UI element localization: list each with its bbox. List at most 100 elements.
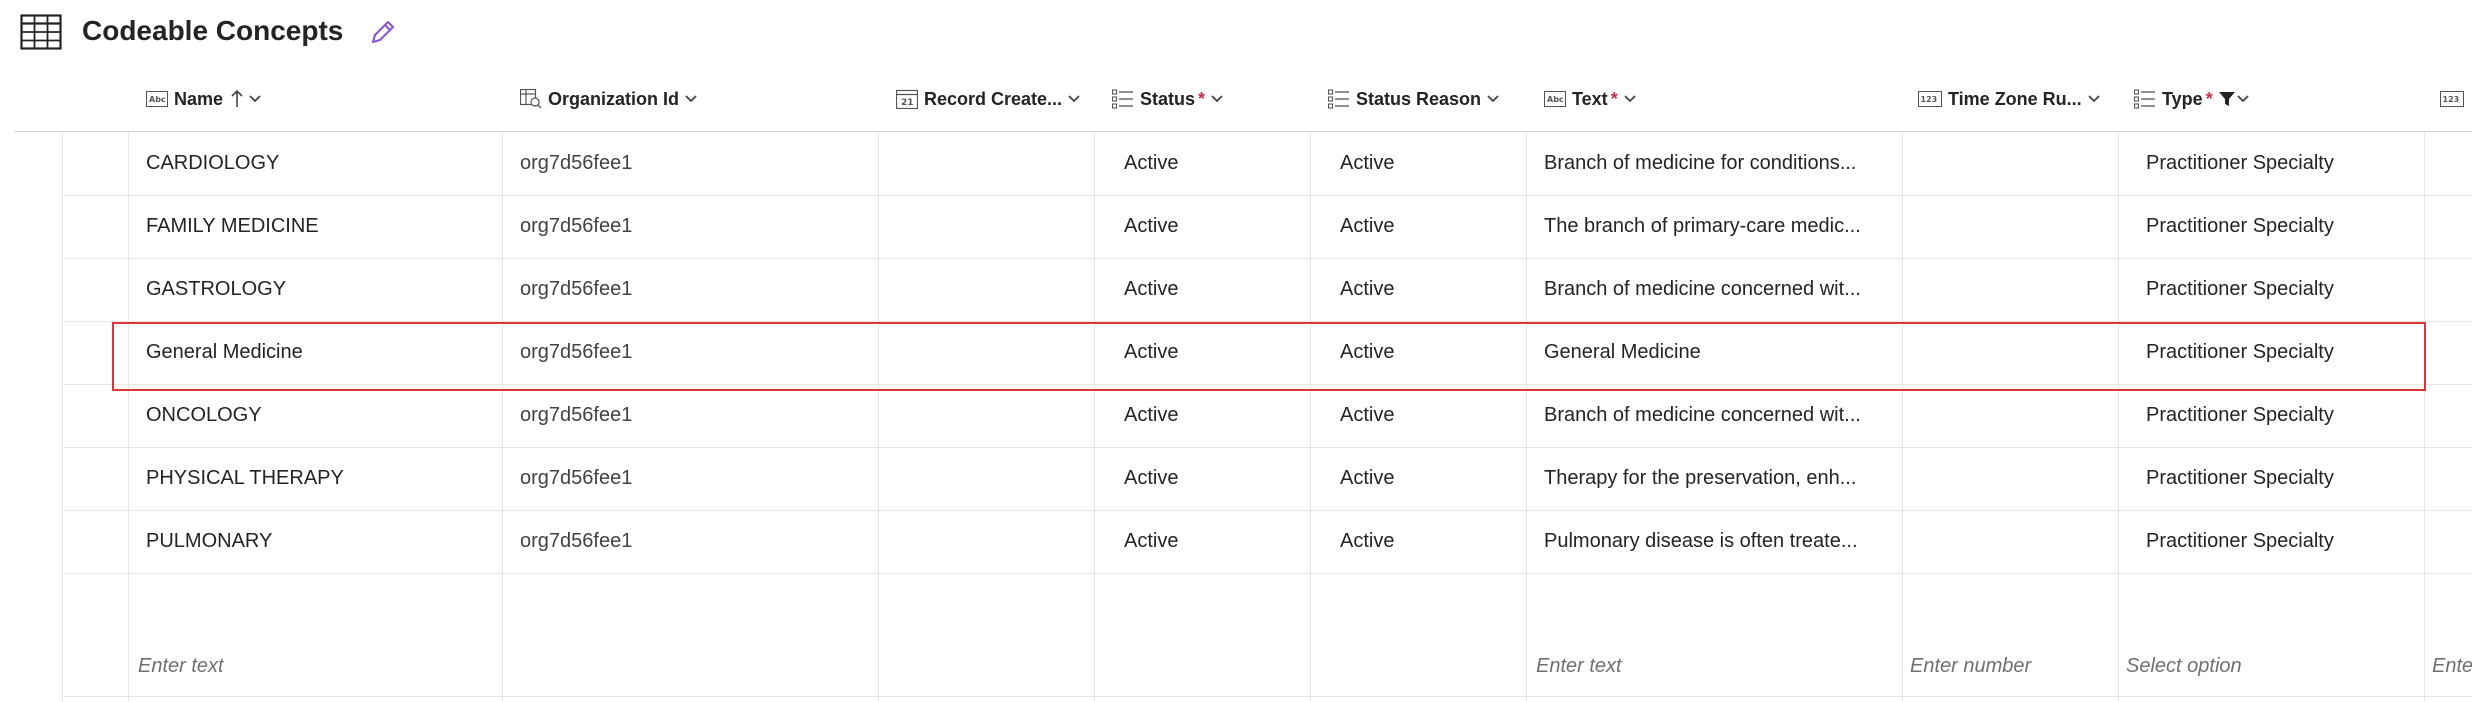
cell-status[interactable]: Active xyxy=(1124,258,1324,321)
table-row[interactable]: PULMONARY org7d56fee1 Active Active Pulmonar… xyxy=(62,510,2472,573)
cell-text[interactable]: The branch of primary-care medic... xyxy=(1544,195,1914,258)
table-row[interactable]: ONCOLOGY org7d56fee1 Active Active Branch of… xyxy=(62,384,2472,447)
cell-time-zone[interactable] xyxy=(1918,195,2118,258)
cell-text[interactable]: Pulmonary disease is often treate... xyxy=(1544,510,1914,573)
sort-ascending-icon[interactable] xyxy=(231,89,243,109)
cell-time-zone[interactable] xyxy=(1918,384,2118,447)
cell-record-created[interactable] xyxy=(896,321,1096,384)
column-header-status-reason[interactable]: Status Reason xyxy=(1328,66,1528,132)
cell-name[interactable]: General Medicine xyxy=(146,321,506,384)
cell-status[interactable]: Active xyxy=(1124,195,1324,258)
cell-organization-id[interactable]: org7d56fee1 xyxy=(520,258,880,321)
cell-type[interactable]: Practitioner Specialty xyxy=(2146,132,2446,195)
column-header-record-created[interactable]: 21 Record Create... xyxy=(896,66,1092,132)
column-header-type[interactable]: Type * xyxy=(2134,66,2334,132)
cell-time-zone[interactable] xyxy=(1918,321,2118,384)
cell-time-zone[interactable] xyxy=(1918,510,2118,573)
cell-organization-id[interactable]: org7d56fee1 xyxy=(520,132,880,195)
cell-time-zone[interactable] xyxy=(1918,258,2118,321)
cell-status-reason[interactable]: Active xyxy=(1340,447,1540,510)
page-title: Codeable Concepts xyxy=(82,15,344,46)
grid-header: Abc Name Organization Id 21 Record Creat… xyxy=(0,66,2472,132)
cell-text[interactable]: Therapy for the preservation, enh... xyxy=(1544,447,1914,510)
cell-type[interactable]: Practitioner Specialty xyxy=(2146,258,2446,321)
cell-type[interactable]: Practitioner Specialty xyxy=(2146,195,2446,258)
lookup-field-icon xyxy=(520,89,542,109)
table-row[interactable]: PHYSICAL THERAPY org7d56fee1 Active Active T… xyxy=(62,447,2472,510)
edit-pencil-icon[interactable] xyxy=(368,17,398,47)
cell-name[interactable]: PHYSICAL THERAPY xyxy=(146,447,506,510)
cell-text[interactable]: Branch of medicine concerned wit... xyxy=(1544,258,1914,321)
column-header-label: Status xyxy=(1140,88,1196,109)
row-divider xyxy=(62,696,2472,697)
cell-text[interactable]: Branch of medicine for conditions... xyxy=(1544,132,1914,195)
chevron-down-icon[interactable] xyxy=(1487,94,1499,104)
chevron-down-icon[interactable] xyxy=(2237,94,2249,104)
cell-name[interactable]: PULMONARY xyxy=(146,510,506,573)
cell-name[interactable]: CARDIOLOGY xyxy=(146,132,506,195)
text-input[interactable]: Enter text xyxy=(1536,636,1896,696)
cell-type[interactable]: Practitioner Specialty xyxy=(2146,510,2446,573)
name-input[interactable]: Enter text xyxy=(138,636,498,696)
cell-text[interactable]: General Medicine xyxy=(1544,321,1914,384)
cell-status[interactable]: Active xyxy=(1124,510,1324,573)
time-zone-input[interactable]: Enter number xyxy=(1910,636,2110,696)
cell-status-reason[interactable]: Active xyxy=(1340,321,1540,384)
cell-organization-id[interactable]: org7d56fee1 xyxy=(520,195,880,258)
chevron-down-icon[interactable] xyxy=(2088,94,2100,104)
cell-time-zone[interactable] xyxy=(1918,132,2118,195)
table-row[interactable]: CARDIOLOGY org7d56fee1 Active Active Branch … xyxy=(62,132,2472,195)
cell-record-created[interactable] xyxy=(896,510,1096,573)
number-field-icon: 123 xyxy=(2440,91,2464,107)
cell-status[interactable]: Active xyxy=(1124,132,1324,195)
column-header-name[interactable]: Abc Name xyxy=(146,66,506,132)
table-row[interactable]: FAMILY MEDICINE org7d56fee1 Active Active Th… xyxy=(62,195,2472,258)
chevron-down-icon[interactable] xyxy=(685,94,697,104)
chevron-down-icon[interactable] xyxy=(249,94,261,104)
cell-record-created[interactable] xyxy=(896,384,1096,447)
next-input[interactable]: Ente xyxy=(2432,636,2472,696)
type-select[interactable]: Select option xyxy=(2126,636,2426,696)
row-divider xyxy=(62,573,2472,574)
filter-icon[interactable] xyxy=(2218,91,2235,107)
column-header-organization-id[interactable]: Organization Id xyxy=(520,66,880,132)
cell-status-reason[interactable]: Active xyxy=(1340,195,1540,258)
cell-status[interactable]: Active xyxy=(1124,447,1324,510)
column-header-next[interactable]: 123 xyxy=(2440,66,2472,132)
cell-status-reason[interactable]: Active xyxy=(1340,510,1540,573)
table-row[interactable]: General Medicine org7d56fee1 Active Active G… xyxy=(62,321,2472,384)
chevron-down-icon[interactable] xyxy=(1068,94,1080,104)
column-header-text[interactable]: Abc Text * xyxy=(1544,66,1904,132)
cell-organization-id[interactable]: org7d56fee1 xyxy=(520,321,880,384)
cell-status[interactable]: Active xyxy=(1124,384,1324,447)
cell-type[interactable]: Practitioner Specialty xyxy=(2146,384,2446,447)
column-header-status[interactable]: Status * xyxy=(1112,66,1312,132)
chevron-down-icon[interactable] xyxy=(1624,94,1636,104)
cell-name[interactable]: ONCOLOGY xyxy=(146,384,506,447)
cell-organization-id[interactable]: org7d56fee1 xyxy=(520,447,880,510)
text-field-icon: Abc xyxy=(146,91,168,107)
choice-field-icon xyxy=(1112,89,1133,109)
cell-text[interactable]: Branch of medicine concerned wit... xyxy=(1544,384,1914,447)
column-header-time-zone[interactable]: 123 Time Zone Ru... xyxy=(1918,66,2114,132)
cell-organization-id[interactable]: org7d56fee1 xyxy=(520,510,880,573)
cell-name[interactable]: GASTROLOGY xyxy=(146,258,506,321)
cell-status-reason[interactable]: Active xyxy=(1340,132,1540,195)
column-header-label: Name xyxy=(174,88,224,109)
cell-organization-id[interactable]: org7d56fee1 xyxy=(520,384,880,447)
cell-type[interactable]: Practitioner Specialty xyxy=(2146,321,2446,384)
table-row[interactable]: GASTROLOGY org7d56fee1 Active Active Branch … xyxy=(62,258,2472,321)
cell-time-zone[interactable] xyxy=(1918,447,2118,510)
cell-name[interactable]: FAMILY MEDICINE xyxy=(146,195,506,258)
cell-record-created[interactable] xyxy=(896,132,1096,195)
column-header-label: Time Zone Ru... xyxy=(1948,88,2082,109)
required-asterisk: * xyxy=(1198,88,1206,109)
cell-record-created[interactable] xyxy=(896,447,1096,510)
cell-status-reason[interactable]: Active xyxy=(1340,258,1540,321)
cell-record-created[interactable] xyxy=(896,258,1096,321)
cell-type[interactable]: Practitioner Specialty xyxy=(2146,447,2446,510)
cell-status[interactable]: Active xyxy=(1124,321,1324,384)
cell-record-created[interactable] xyxy=(896,195,1096,258)
cell-status-reason[interactable]: Active xyxy=(1340,384,1540,447)
chevron-down-icon[interactable] xyxy=(1211,94,1223,104)
